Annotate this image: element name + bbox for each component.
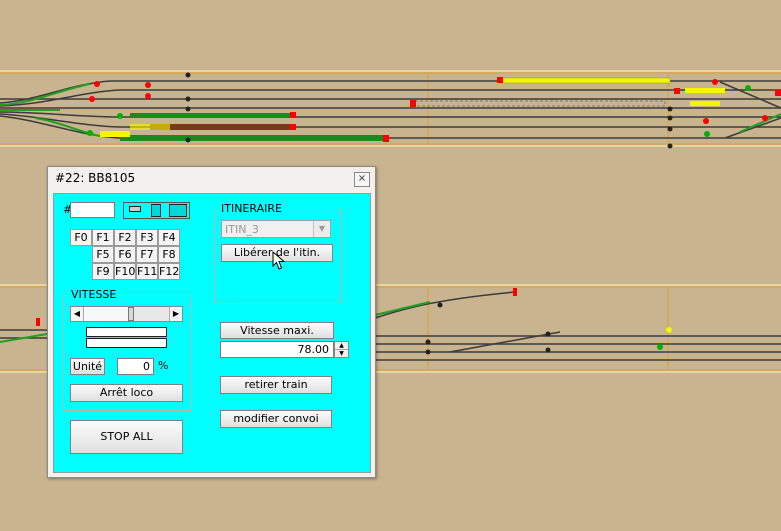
dialog-panel: # F0 F1 F2 F3 F4 F5 F6 F7 F8 F9 F10 F11 … <box>53 193 371 473</box>
address-input[interactable] <box>70 202 115 218</box>
view-medium-icon[interactable] <box>148 204 164 217</box>
function-key-f11[interactable]: F11 <box>136 263 158 280</box>
speed-slider[interactable]: ◀ ▶ <box>70 306 183 322</box>
stop-loco-button[interactable]: Arrêt loco <box>70 384 183 402</box>
chevron-down-icon[interactable]: ▼ <box>313 221 330 237</box>
max-speed-stepper[interactable]: ▲ ▼ <box>334 341 349 358</box>
speed-slider-thumb[interactable] <box>128 307 134 321</box>
view-small-icon[interactable] <box>127 205 143 216</box>
speed-value-field[interactable]: 0 <box>117 358 154 375</box>
max-speed-label-button[interactable]: Vitesse maxi. <box>220 322 334 339</box>
function-key-f6[interactable]: F6 <box>114 246 136 263</box>
mouse-cursor-icon <box>272 251 286 270</box>
modify-convoy-button[interactable]: modifier convoi <box>220 410 332 428</box>
remove-train-button[interactable]: retirer train <box>220 376 332 394</box>
speed-slider-track <box>84 307 128 321</box>
speed-indicator-bar-bottom <box>86 338 167 348</box>
function-key-f5[interactable]: F5 <box>92 246 114 263</box>
dialog-title: #22: BB8105 <box>55 171 136 185</box>
unit-button[interactable]: Unité <box>70 358 105 375</box>
max-speed-input[interactable]: 78.00 <box>220 341 334 358</box>
function-key-f7[interactable]: F7 <box>136 246 158 263</box>
itineraire-selected-value: ITIN_3 <box>225 223 259 236</box>
function-key-f4[interactable]: F4 <box>158 229 180 246</box>
function-key-f1[interactable]: F1 <box>92 229 114 246</box>
function-key-f0[interactable]: F0 <box>70 229 92 246</box>
speed-indicator-bar-top <box>86 327 167 337</box>
function-key-f8[interactable]: F8 <box>158 246 180 263</box>
vitesse-group: VITESSE ◀ ▶ Unité 0 % Arrêt loco <box>63 288 192 411</box>
stepper-up-icon[interactable]: ▲ <box>335 342 348 350</box>
stepper-down-icon[interactable]: ▼ <box>335 350 348 357</box>
stop-all-button[interactable]: STOP ALL <box>70 420 183 454</box>
itineraire-select[interactable]: ITIN_3 ▼ <box>221 220 331 238</box>
upper-yard <box>0 70 781 149</box>
function-key-f2[interactable]: F2 <box>114 229 136 246</box>
close-button[interactable]: × <box>354 172 370 187</box>
speed-unit-label: % <box>158 359 169 372</box>
function-key-f9[interactable]: F9 <box>92 263 114 280</box>
loco-control-dialog: #22: BB8105 × # F0 F1 F2 F3 F4 F5 F6 F7 … <box>47 166 376 478</box>
vitesse-group-label: VITESSE <box>69 288 119 301</box>
slider-left-arrow-icon[interactable]: ◀ <box>71 307 84 321</box>
itineraire-group-label: ITINERAIRE <box>219 202 284 215</box>
view-large-icon[interactable] <box>168 204 188 217</box>
function-key-f10[interactable]: F10 <box>114 263 136 280</box>
slider-right-arrow-icon[interactable]: ▶ <box>169 307 182 321</box>
view-selector <box>123 202 190 219</box>
function-key-f3[interactable]: F3 <box>136 229 158 246</box>
function-key-f12[interactable]: F12 <box>158 263 180 280</box>
